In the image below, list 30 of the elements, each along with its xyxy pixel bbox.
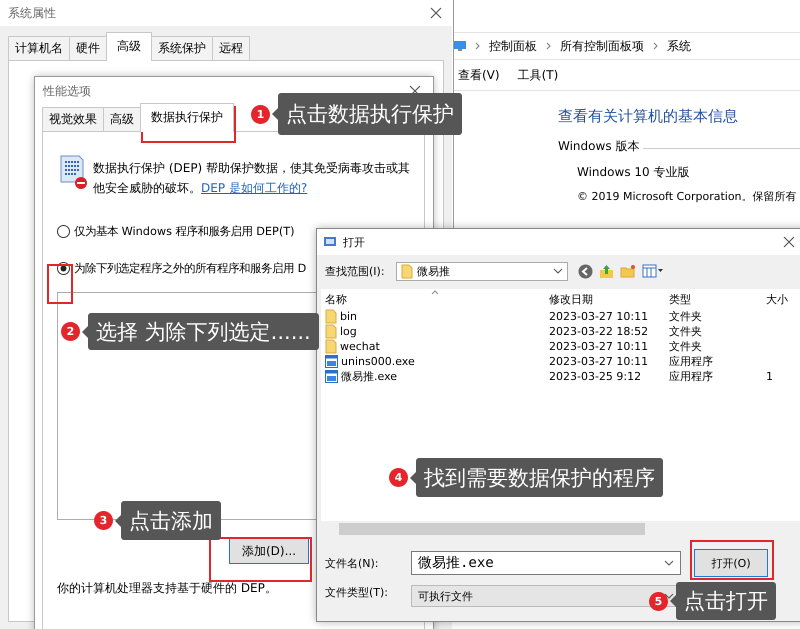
copyright-text: © 2019 Microsoft Corporation。保留所有 [576,189,798,204]
hardware-note: 你的计算机处理器支持基于硬件的 DEP。 [57,580,277,597]
field-label: 文件名(N): [325,556,380,570]
table-cell-text: 1 [766,370,774,383]
callout-tooltip: 点击数据执行保护 [272,93,462,135]
page-heading: 查看有关计算机的基本信息 [558,107,739,126]
table-cell-text: 2023-03-25 9:12 [549,370,642,383]
table-cell-text: 应用程序 [669,354,714,369]
section-title: Windows 版本 [558,138,640,155]
table-cell-text: 2023-03-27 10:11 [549,340,650,353]
table-cell-text: 文件夹 [669,324,703,339]
callout-tooltip: 选择 为除下列选定...... [82,313,319,350]
dialog-title: 打开 [343,234,365,250]
callout-tooltip: 找到需要数据保护的程序 [410,458,663,497]
table-cell-text: 文件夹 [669,309,703,324]
window-title: 系统属性 [8,4,56,22]
table-cell-text: 应用程序 [669,369,714,384]
field-label: 查找范围(I): [325,264,386,278]
table-cell-text: 2023-03-27 10:11 [549,355,650,368]
table-cell-text: 文件夹 [669,339,703,354]
table-cell-text: 2023-03-27 10:11 [549,310,650,323]
description-text: 数据执行保护 (DEP) 帮助保护数据，使其免受病毒攻击或其他安全威胁的破坏。DEP 是如何工作的? [93,160,411,197]
option-label: 为除下列选定程序之外的所有程序和服务启用 D [74,261,306,276]
edition-text: Windows 10 专业版 [576,164,690,181]
field-label: 文件类型(T): [325,584,390,600]
callout-tooltip: 点击打开 [670,582,776,620]
dialog-title: 性能选项 [43,82,91,100]
table-cell-text: 2023-03-22 18:52 [549,325,650,338]
option-label: 仅为基本 Windows 程序和服务启用 DEP(T) [74,224,295,239]
callout-tooltip: 点击添加 [115,501,221,540]
